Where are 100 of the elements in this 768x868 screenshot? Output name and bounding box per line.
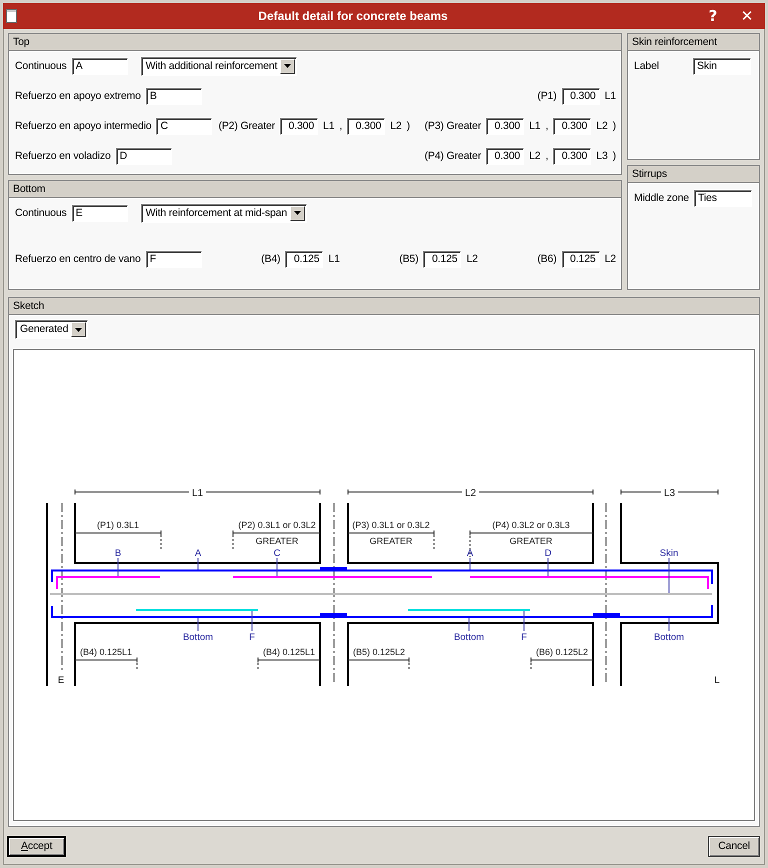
dimension-line: [530, 658, 594, 662]
dimension-label: (P1) 0.3L1: [96, 520, 140, 530]
bar-label: A: [194, 548, 202, 559]
field-label: Continuous: [15, 60, 67, 72]
field-label: Refuerzo en apoyo intermedio: [15, 120, 152, 132]
separator-mark: ,: [339, 120, 342, 132]
unit-label: L3: [596, 150, 608, 162]
param-label: (P3) Greater: [424, 120, 482, 132]
bar-label: F: [249, 632, 255, 643]
bar-label: B: [114, 548, 122, 559]
field-label: Refuerzo en voladizo: [15, 150, 111, 162]
bracket-mark: ): [406, 120, 410, 132]
span-label: L3: [664, 488, 676, 499]
axis-label: E: [58, 675, 64, 686]
span-label: L2: [464, 488, 476, 499]
bar-label: Bottom: [454, 632, 484, 643]
dimension-line: [620, 490, 661, 494]
unit-label: L1: [604, 90, 616, 102]
field-label: Label: [634, 60, 660, 72]
extension-line: [408, 663, 410, 669]
number-field[interactable]: 0.125: [423, 250, 462, 268]
field-label: Refuerzo en apoyo extremo: [15, 90, 141, 102]
text-field[interactable]: Ties: [694, 190, 752, 206]
unit-label: L2: [390, 120, 402, 132]
number-field[interactable]: 0.300: [562, 88, 600, 104]
dropdown[interactable]: With additional reinforcement: [140, 56, 298, 76]
number-field[interactable]: 0.125: [562, 250, 600, 268]
unit-label: L2: [596, 120, 608, 132]
bar-label: Bottom: [182, 632, 214, 643]
field-label: Middle zone: [634, 192, 689, 204]
text-field[interactable]: Skin: [693, 58, 751, 74]
panel-title: Top: [9, 34, 621, 51]
separator-mark: ,: [545, 150, 548, 162]
text-field[interactable]: B: [146, 88, 202, 104]
param-label: (B4): [261, 252, 280, 266]
text-field[interactable]: C: [156, 118, 212, 134]
number-field[interactable]: 0.300: [553, 118, 592, 134]
unit-label: L2: [604, 252, 616, 266]
param-label: (P1): [537, 90, 557, 102]
dimension-label: (B4) 0.125L1: [80, 647, 132, 657]
dimension-label: (B4) 0.125L1: [262, 647, 316, 657]
panel-title: Sketch: [9, 298, 759, 315]
number-field[interactable]: 0.300: [553, 148, 592, 164]
text-field[interactable]: D: [116, 148, 172, 164]
bar-label: C: [274, 548, 280, 559]
dimension-note: GREATER: [256, 536, 298, 546]
extension-line: [136, 663, 138, 669]
unit-label: L1: [323, 120, 334, 132]
bar-label: A: [466, 548, 474, 559]
text-field[interactable]: F: [146, 250, 202, 268]
dimension-label: (P4) 0.3L2 or 0.3L3: [492, 520, 570, 530]
field-label: Refuerzo en centro de vano: [15, 252, 141, 266]
dropdown[interactable]: With reinforcement at mid-span: [140, 204, 308, 222]
param-label: (P4) Greater: [424, 150, 482, 162]
panel-title: Stirrups: [628, 166, 759, 183]
panel-title: Skin reinforcement: [628, 34, 759, 51]
dialog-button[interactable]: Cancel: [708, 836, 760, 857]
number-field[interactable]: 0.300: [486, 148, 524, 164]
unit-label: L2: [529, 150, 540, 162]
close-button[interactable]: ✕: [737, 5, 757, 27]
separator-mark: ,: [545, 120, 548, 132]
leader-line: [468, 618, 470, 631]
dimension-label: (P3) 0.3L1 or 0.3L2: [352, 520, 430, 530]
span-label: L1: [192, 488, 204, 499]
dropdown[interactable]: Generated: [15, 320, 88, 339]
dimension-note: GREATER: [510, 536, 552, 546]
dimension-label: (B6) 0.125L2: [536, 647, 588, 657]
number-field[interactable]: 0.125: [285, 250, 324, 268]
bar-label: Bottom: [654, 632, 684, 643]
dimension-line: [678, 490, 718, 494]
unit-label: L1: [328, 252, 340, 266]
help-button[interactable]: ?: [703, 5, 723, 27]
bar-label: D: [544, 548, 552, 559]
number-field[interactable]: 0.300: [486, 118, 524, 134]
leader-line: [668, 558, 670, 593]
unit-label: L2: [466, 252, 478, 266]
number-field[interactable]: 0.300: [347, 118, 386, 134]
dialog-button[interactable]: Accept: [7, 836, 66, 857]
number-field[interactable]: 0.300: [280, 118, 318, 134]
bracket-mark: ): [612, 150, 616, 162]
dimension-line: [74, 658, 138, 662]
dimension-line: [348, 658, 410, 662]
dimension-note: GREATER: [370, 536, 412, 546]
dimension-line: [258, 658, 320, 662]
panel-title: Bottom: [9, 181, 621, 198]
extension-line: [530, 663, 532, 669]
bar-label: Skin: [660, 548, 678, 559]
param-label: (P2) Greater: [218, 120, 276, 132]
text-field[interactable]: E: [72, 204, 128, 222]
document-icon: [6, 9, 17, 23]
leader-line: [668, 618, 670, 631]
unit-label: L1: [529, 120, 540, 132]
param-label: (B5): [399, 252, 418, 266]
field-label: Continuous: [15, 206, 67, 220]
dimension-label: (P2) 0.3L1 or 0.3L2: [238, 520, 316, 530]
bracket-mark: ): [612, 120, 616, 132]
window-title: Default detail for concrete beams: [257, 8, 449, 24]
text-field[interactable]: A: [72, 58, 128, 74]
bar-label: F: [521, 632, 527, 643]
dimension-label: (B5) 0.125L2: [352, 647, 406, 657]
